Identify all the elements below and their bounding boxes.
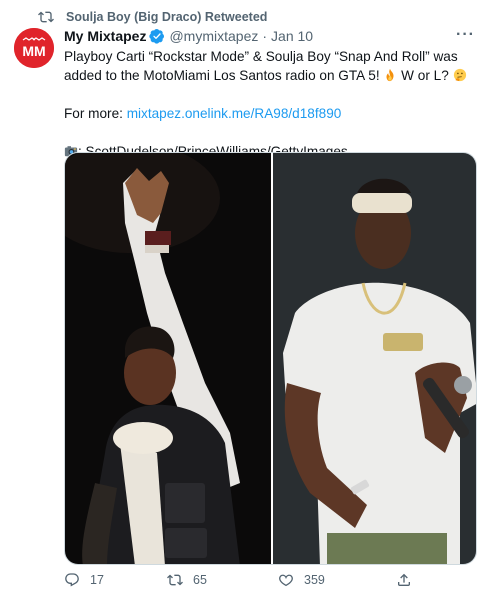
tweet-text: Playboy Carti “Rockstar Mode” & Soulja B…: [64, 47, 477, 161]
author-handle[interactable]: @mymixtapez: [169, 28, 258, 44]
mymixtapez-logo: MM: [14, 28, 54, 68]
tweet-link[interactable]: mixtapez.onelink.me/RA98/d18f890: [127, 106, 342, 121]
fire-emoji: [386, 68, 394, 82]
share-button[interactable]: [396, 572, 422, 588]
media-photos: [65, 153, 477, 565]
reply-icon: [65, 573, 79, 587]
retweet-count: 65: [193, 573, 207, 587]
like-count: 359: [304, 573, 325, 587]
author-name[interactable]: My Mixtapez: [64, 28, 146, 44]
tweet-header: My Mixtapez @mymixtapez · Jan 10 ···: [64, 26, 477, 46]
retweet-icon: [167, 574, 183, 586]
reply-count: 17: [90, 573, 104, 587]
verified-badge-icon: [149, 29, 165, 44]
retweet-context-label[interactable]: Soulja Boy (Big Draco) Retweeted: [66, 10, 267, 24]
separator: ·: [262, 28, 268, 44]
more-options-button[interactable]: ···: [456, 26, 475, 44]
retweet-button[interactable]: 65: [167, 572, 207, 588]
retweet-icon: [38, 11, 54, 23]
svg-text:MM: MM: [22, 43, 45, 59]
avatar[interactable]: MM: [14, 28, 54, 68]
thinking-emoji: [453, 68, 466, 82]
like-button[interactable]: 359: [278, 572, 325, 588]
more-label: For more:: [64, 106, 123, 121]
tweet-text-main: Playboy Carti “Rockstar Mode” & Soulja B…: [64, 49, 458, 83]
retweet-context: Soulja Boy (Big Draco) Retweeted: [38, 8, 267, 26]
reply-button[interactable]: 17: [64, 572, 104, 588]
media-photo-right[interactable]: [273, 153, 477, 565]
tweet-actions: 17 65 359: [64, 572, 477, 592]
tweet-date[interactable]: Jan 10: [271, 28, 313, 44]
tweet-media[interactable]: [64, 152, 477, 565]
share-icon: [398, 573, 410, 586]
like-icon: [279, 574, 293, 587]
tweet[interactable]: Soulja Boy (Big Draco) Retweeted MM My M…: [0, 0, 491, 600]
tweet-text-question: W or L?: [401, 68, 449, 83]
media-photo-left[interactable]: [65, 153, 271, 565]
